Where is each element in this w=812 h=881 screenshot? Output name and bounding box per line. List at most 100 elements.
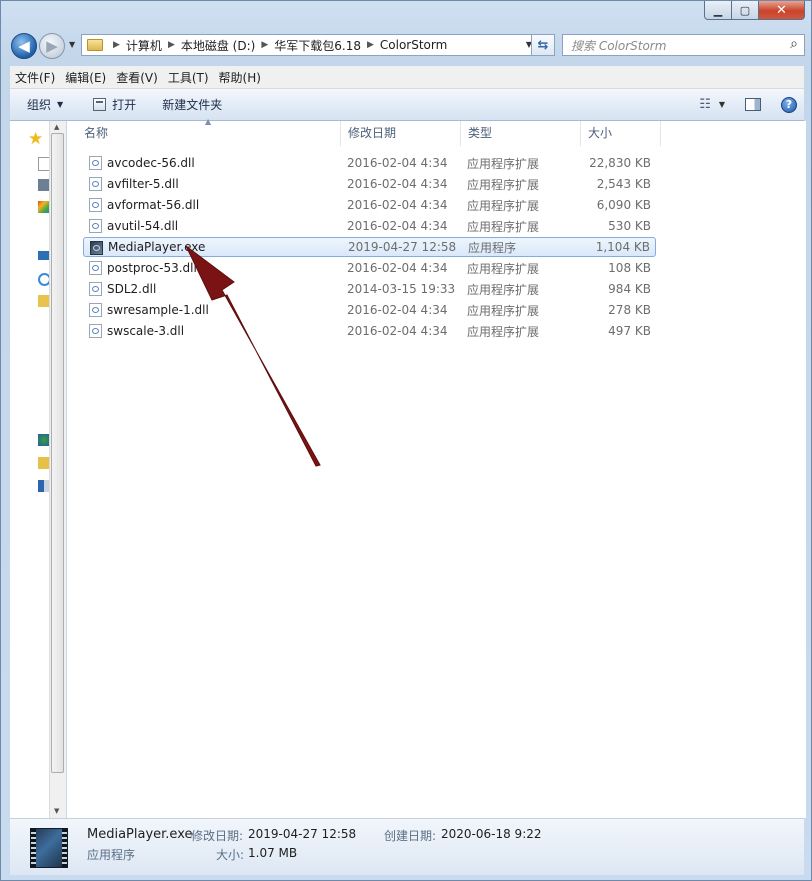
- column-header-size[interactable]: 大小: [581, 121, 661, 146]
- file-type: 应用程序扩展: [467, 156, 540, 171]
- file-size: 108 KB: [608, 261, 651, 275]
- file-name: swscale-3.dll: [107, 324, 185, 338]
- file-type: 应用程序扩展: [467, 282, 540, 297]
- forward-button[interactable]: ▶: [39, 33, 65, 59]
- column-header-type[interactable]: 类型: [461, 121, 581, 146]
- file-row[interactable]: swscale-3.dll 2016-02-04 4:34 应用程序扩展 497…: [83, 321, 656, 341]
- new-folder-button[interactable]: 新建文件夹: [162, 96, 222, 113]
- file-size: 1,104 KB: [595, 240, 650, 254]
- sort-ascending-icon: ▲: [205, 117, 212, 126]
- file-size: 530 KB: [608, 219, 651, 233]
- search-box[interactable]: ⌕: [562, 34, 805, 56]
- details-size-value: 1.07 MB: [248, 846, 298, 860]
- scrollbar-thumb[interactable]: [51, 133, 64, 773]
- file-row[interactable]: postproc-53.dll 2016-02-04 4:34 应用程序扩展 1…: [83, 258, 656, 278]
- file-size: 22,830 KB: [589, 156, 651, 170]
- column-header-name[interactable]: 名称: [67, 121, 341, 146]
- breadcrumb-computer[interactable]: 计算机: [126, 37, 162, 54]
- file-date: 2016-02-04 4:34: [347, 219, 448, 233]
- search-input[interactable]: [569, 36, 783, 56]
- file-date: 2016-02-04 4:34: [347, 261, 448, 275]
- chevron-down-icon: ▼: [57, 100, 64, 109]
- dll-file-icon: [89, 156, 102, 170]
- file-name: avcodec-56.dll: [107, 156, 195, 170]
- details-size-label: 大小:: [216, 848, 245, 862]
- file-type: 应用程序扩展: [467, 177, 540, 192]
- video-file-thumbnail-icon: [30, 828, 68, 868]
- menu-view[interactable]: 查看(V): [111, 69, 163, 86]
- file-name: avformat-56.dll: [107, 198, 200, 212]
- dll-file-icon: [89, 303, 102, 317]
- breadcrumb-drive-d[interactable]: 本地磁盘 (D:): [181, 37, 255, 54]
- scroll-down-icon[interactable]: ▼: [54, 807, 59, 815]
- file-name: postproc-53.dll: [107, 261, 197, 275]
- file-type: 应用程序: [468, 240, 517, 255]
- menu-help[interactable]: 帮助(H): [214, 69, 266, 86]
- change-view-icon[interactable]: ☷: [699, 97, 711, 112]
- refresh-button[interactable]: ⇆: [531, 34, 555, 56]
- address-bar[interactable]: ▶ 计算机 ▶ 本地磁盘 (D:) ▶ 华军下载包6.18 ▶ ColorSto…: [81, 34, 537, 56]
- command-bar-right: ☷ ▼ ?: [699, 89, 804, 120]
- menu-tools[interactable]: 工具(T): [163, 69, 214, 86]
- scroll-up-icon[interactable]: ▲: [54, 123, 59, 131]
- file-row[interactable]: avfilter-5.dll 2016-02-04 4:34 应用程序扩展 2,…: [83, 174, 656, 194]
- breadcrumb-separator-icon[interactable]: ▶: [168, 40, 175, 50]
- file-row[interactable]: avcodec-56.dll 2016-02-04 4:34 应用程序扩展 22…: [83, 153, 656, 173]
- file-type: 应用程序扩展: [467, 324, 540, 339]
- file-size: 2,543 KB: [596, 177, 651, 191]
- dll-file-icon: [89, 219, 102, 233]
- help-icon[interactable]: ?: [781, 96, 797, 113]
- back-button[interactable]: ◀: [11, 33, 37, 59]
- file-row[interactable]: avformat-56.dll 2016-02-04 4:34 应用程序扩展 6…: [83, 195, 656, 215]
- navigation-row: ◀ ▶ ▼ ▶ 计算机 ▶ 本地磁盘 (D:) ▶ 华军下载包6.18 ▶ Co…: [9, 31, 805, 61]
- file-row[interactable]: swresample-1.dll 2016-02-04 4:34 应用程序扩展 …: [83, 300, 656, 320]
- new-folder-label: 新建文件夹: [162, 98, 223, 112]
- file-name: SDL2.dll: [107, 282, 157, 296]
- open-icon: [93, 98, 107, 111]
- file-date: 2016-02-04 4:34: [347, 324, 448, 338]
- menu-file[interactable]: 文件(F): [10, 69, 60, 86]
- file-list-pane: ▲ 名称 修改日期 类型 大小 avcodec-56.dll 2016-02-0…: [67, 117, 806, 818]
- caption-buttons: ▁ ▢ ✕: [704, 1, 805, 20]
- minimize-button[interactable]: ▁: [704, 1, 732, 20]
- file-row[interactable]: avutil-54.dll 2016-02-04 4:34 应用程序扩展 530…: [83, 216, 656, 236]
- dll-file-icon: [89, 198, 102, 212]
- file-type: 应用程序扩展: [467, 219, 540, 234]
- close-button[interactable]: ✕: [759, 1, 805, 20]
- navigation-pane-scrollbar[interactable]: ▲ ▼: [49, 121, 66, 818]
- file-row[interactable]: SDL2.dll 2014-03-15 19:33 应用程序扩展 984 KB: [83, 279, 656, 299]
- organize-button[interactable]: 组织 ▼: [27, 96, 63, 113]
- file-date: 2016-02-04 4:34: [347, 156, 448, 170]
- maximize-button[interactable]: ▢: [732, 1, 759, 20]
- file-size: 6,090 KB: [596, 198, 651, 212]
- view-options-chevron-icon[interactable]: ▼: [719, 100, 725, 109]
- file-name: MediaPlayer.exe: [108, 240, 206, 254]
- open-button[interactable]: 打开: [93, 96, 136, 113]
- exe-file-icon: [90, 241, 103, 255]
- details-modified-value: 2019-04-27 12:58: [248, 827, 357, 841]
- file-type: 应用程序扩展: [467, 198, 540, 213]
- column-header-date[interactable]: 修改日期: [341, 121, 461, 146]
- file-type: 应用程序扩展: [467, 303, 540, 318]
- file-name: avfilter-5.dll: [107, 177, 179, 191]
- file-size: 984 KB: [608, 282, 651, 296]
- file-row-selected[interactable]: MediaPlayer.exe 2019-04-27 12:58 应用程序 1,…: [83, 237, 656, 257]
- breadcrumb-download-folder[interactable]: 华军下载包6.18: [274, 37, 361, 54]
- search-icon[interactable]: ⌕: [790, 36, 798, 52]
- breadcrumb-separator-icon[interactable]: ▶: [261, 40, 268, 50]
- navigation-pane: ★: [10, 121, 51, 818]
- file-date: 2016-02-04 4:34: [347, 177, 448, 191]
- file-name: swresample-1.dll: [107, 303, 209, 317]
- breadcrumb-separator-icon[interactable]: ▶: [113, 40, 120, 50]
- details-file-name: MediaPlayer.exe: [87, 827, 193, 842]
- dll-file-icon: [89, 261, 102, 275]
- details-pane: MediaPlayer.exe 修改日期: 2019-04-27 12:58 创…: [10, 818, 804, 875]
- menu-edit[interactable]: 编辑(E): [60, 69, 111, 86]
- file-size: 497 KB: [608, 324, 651, 338]
- details-created-label: 创建日期:: [384, 829, 437, 843]
- recent-pages-dropdown[interactable]: ▼: [69, 40, 75, 49]
- breadcrumb-separator-icon[interactable]: ▶: [367, 40, 374, 50]
- preview-pane-icon[interactable]: [745, 98, 761, 111]
- favorites-star-icon[interactable]: ★: [28, 129, 43, 149]
- breadcrumb-colorstorm[interactable]: ColorStorm: [380, 38, 447, 52]
